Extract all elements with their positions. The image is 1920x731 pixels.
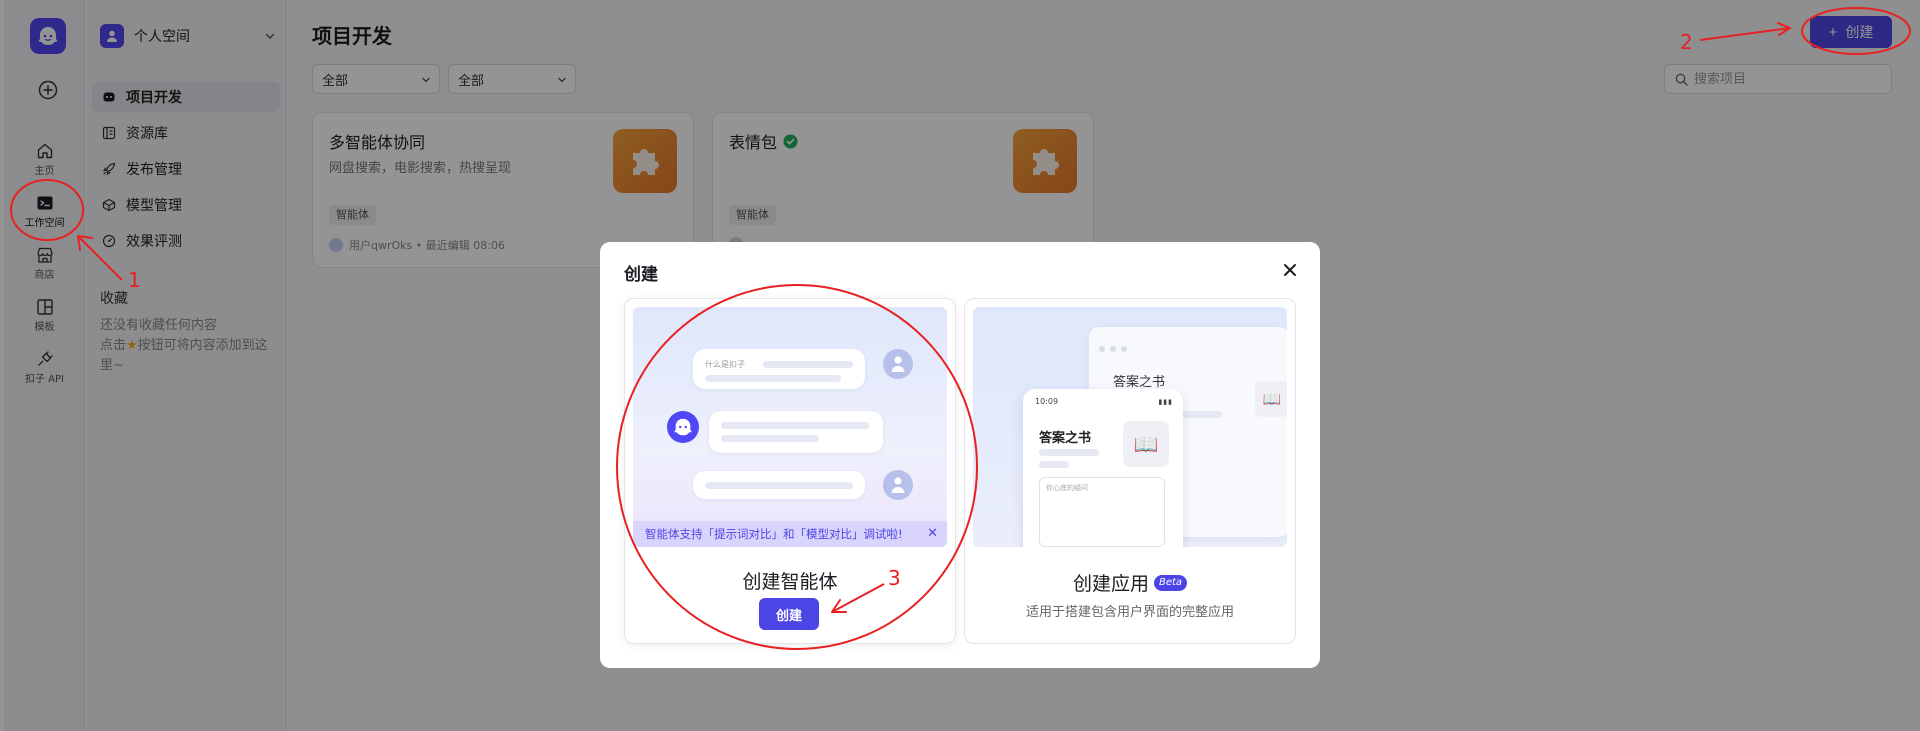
placeholder-bar: [705, 375, 841, 382]
feature-notice: 智能体支持「提示词对比」和「模型对比」调试啦! ✕: [633, 521, 947, 547]
window-title: 答案之书: [1113, 375, 1166, 390]
placeholder-bar: [763, 361, 853, 368]
chat-bubble: [693, 471, 865, 499]
agent-preview: 什么是扣子 智能体支持「提示词对比」和「模型对比」调试啦! ✕: [633, 307, 947, 547]
notice-text: 智能体支持「提示词对比」和「模型对比」调试啦!: [645, 527, 903, 541]
agent-option-title: 创建智能体: [742, 571, 838, 593]
close-icon[interactable]: ✕: [927, 526, 938, 541]
user-avatar: [883, 470, 913, 500]
placeholder-bar: [1039, 461, 1069, 468]
phone-time: 10:09: [1035, 397, 1059, 406]
create-app-option[interactable]: 答案之书 📖 10:09 ▮▮▮ 答案之书 📖 你心底的疑问 创建应用 Beta…: [964, 298, 1296, 644]
chat-bubble: [709, 411, 883, 453]
signal-icon: ▮▮▮: [1158, 398, 1173, 406]
create-agent-button[interactable]: 创建: [759, 598, 819, 630]
window-dots: [1099, 337, 1132, 356]
app-option-subtitle: 适用于搭建包含用户界面的完整应用: [1025, 605, 1234, 620]
phone-input-mock: 你心底的疑问: [1039, 477, 1165, 547]
bot-avatar: [667, 411, 699, 443]
modal-title: 创建: [624, 265, 658, 285]
placeholder-bar: [1039, 449, 1099, 456]
create-modal: 创建 什么是扣子 智能体支持「提示词对比」和「模型对比」调试啦! ✕ 创建智能体…: [600, 242, 1320, 668]
user-icon: [891, 477, 905, 493]
app-option-title: 创建应用 Beta: [965, 569, 1295, 596]
book-icon: 📖: [1255, 381, 1287, 417]
placeholder-bar: [721, 422, 869, 429]
annotation-label: 2: [1680, 30, 1693, 54]
chat-bubble: 什么是扣子: [693, 349, 865, 389]
book-icon: 📖: [1123, 421, 1169, 467]
annotation-label: 1: [128, 268, 141, 292]
close-button[interactable]: [1278, 258, 1302, 282]
create-agent-option[interactable]: 什么是扣子 智能体支持「提示词对比」和「模型对比」调试啦! ✕ 创建智能体 创建: [624, 298, 956, 644]
app-preview: 答案之书 📖 10:09 ▮▮▮ 答案之书 📖 你心底的疑问: [973, 307, 1287, 547]
user-avatar: [883, 349, 913, 379]
user-icon: [891, 356, 905, 372]
phone-title: 答案之书: [1039, 431, 1092, 446]
placeholder-bar: [721, 435, 819, 442]
annotation-label: 3: [888, 566, 901, 590]
phone-mock: 10:09 ▮▮▮ 答案之书 📖 你心底的疑问: [1023, 389, 1183, 547]
close-icon: [1284, 264, 1296, 276]
phone-placeholder: 你心底的疑问: [1046, 484, 1088, 492]
preview-question: 什么是扣子: [705, 360, 745, 369]
placeholder-bar: [705, 482, 853, 489]
beta-badge: Beta: [1153, 574, 1188, 591]
app-option-title-text: 创建应用: [1072, 573, 1149, 595]
coze-logo-icon: [674, 418, 692, 436]
